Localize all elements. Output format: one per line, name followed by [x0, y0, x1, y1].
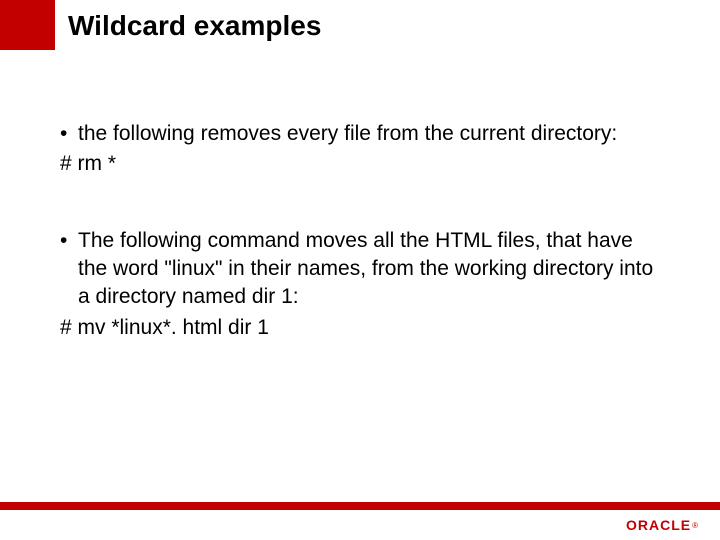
slide-title: Wildcard examples: [68, 10, 321, 42]
registered-mark: ®: [692, 521, 698, 530]
bullet-marker: •: [60, 120, 78, 148]
footer-bar: [0, 502, 720, 510]
slide: Wildcard examples • the following remove…: [0, 0, 720, 540]
brand-text: ORACLE: [626, 517, 691, 533]
bullet-text: The following command moves all the HTML…: [78, 227, 660, 312]
command-line: # rm *: [60, 150, 660, 178]
bullet-text: the following removes every file from th…: [78, 120, 660, 148]
bullet-marker: •: [60, 227, 78, 255]
command-line: # mv *linux*. html dir 1: [60, 314, 660, 342]
slide-content: • the following removes every file from …: [60, 120, 660, 342]
bullet-item: • The following command moves all the HT…: [60, 227, 660, 312]
header-accent-block: [0, 0, 55, 50]
bullet-item: • the following removes every file from …: [60, 120, 660, 148]
brand-logo: ORACLE®: [626, 516, 698, 534]
